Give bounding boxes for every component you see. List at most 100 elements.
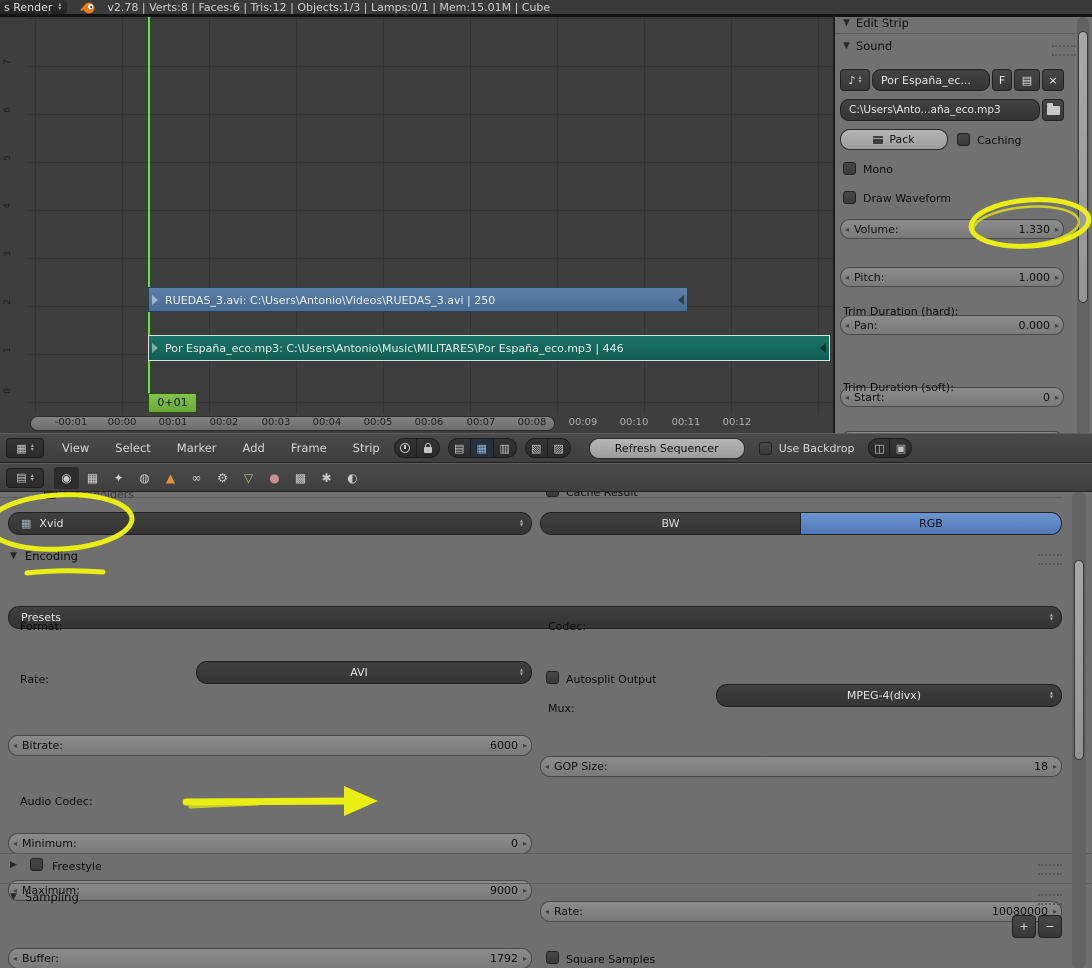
tab-physics[interactable]: ◐ [340, 467, 365, 489]
bitrate-label: Bitrate: [22, 739, 63, 752]
tab-constraints[interactable]: ∞ [184, 467, 209, 489]
channel-label: 6 [3, 107, 13, 113]
pitch-field[interactable]: Pitch: 1.000 [840, 267, 1064, 287]
data-icon: ▽ [243, 470, 254, 485]
view-both-toggle[interactable]: ▦ [470, 438, 494, 458]
panel-drag-grip[interactable] [1038, 864, 1062, 875]
tab-scene[interactable]: ✦ [106, 467, 131, 489]
tab-material[interactable]: ● [262, 467, 287, 489]
filepath-field[interactable]: C:\Users\Anto...aña_eco.mp3 [840, 99, 1040, 121]
encoding-presets-dropdown[interactable]: Presets [8, 606, 1062, 629]
modifiers-icon: ⚙ [217, 470, 228, 485]
object-icon: ▲ [165, 470, 176, 485]
menu-view[interactable]: View [62, 441, 89, 455]
copy-datablock-button[interactable]: ▤ [1014, 69, 1040, 91]
tab-world[interactable]: ◍ [132, 467, 157, 489]
sound-panel-header[interactable]: ▼ Sound [843, 39, 892, 53]
current-frame-badge[interactable]: 0+01 [148, 393, 197, 413]
sequencer-header: ▦ ▴ ▾ View Select Marker Add Frame Strip … [0, 433, 1092, 463]
cache-result-checkbox[interactable] [546, 492, 559, 497]
format-dropdown[interactable]: AVI [196, 661, 532, 684]
bitrate-field[interactable]: Bitrate: 6000 [8, 735, 532, 756]
film-icon: ▦ [21, 517, 32, 530]
time-label: 00:00 [107, 417, 137, 428]
freestyle-panel-header[interactable]: ▶ [10, 860, 17, 870]
tab-render-layers[interactable]: ▦ [80, 467, 105, 489]
pack-button[interactable]: Pack [840, 129, 948, 150]
time-label: 00:06 [414, 417, 444, 428]
mux-rate-field[interactable]: Rate: 10080000 [540, 901, 1062, 922]
edit-strip-panel-header[interactable]: ▼ Edit Strip [843, 17, 909, 30]
gop-size-field[interactable]: GOP Size: 18 [540, 756, 1062, 777]
color-mode-bw-button[interactable]: BW [540, 512, 801, 535]
tab-particles[interactable]: ✱ [314, 467, 339, 489]
menu-select[interactable]: Select [115, 441, 150, 455]
sound-name-field[interactable]: Por España_ec... [872, 69, 990, 91]
view-preview-toggle[interactable]: ▥ [493, 438, 517, 458]
mono-checkbox[interactable] [843, 162, 856, 175]
add-preset-button[interactable]: + [1012, 915, 1036, 938]
image-stack-button[interactable]: ▣ [890, 438, 913, 458]
sequencer-editor-icon: ▦ [16, 441, 27, 455]
preview-view-icon: ▥ [499, 441, 510, 455]
menu-add[interactable]: Add [243, 441, 265, 455]
use-backdrop-checkbox[interactable] [758, 441, 772, 455]
container-dropdown[interactable]: ▦ Xvid [8, 512, 532, 535]
volume-field[interactable]: Volume: 1.330 [840, 219, 1064, 239]
minimum-field[interactable]: Minimum: 0 [8, 833, 532, 854]
material-icon: ● [269, 470, 280, 485]
encoding-panel-header[interactable]: ▼ Encoding [10, 549, 78, 563]
draw-waveform-checkbox[interactable] [843, 191, 856, 204]
gop-size-label: GOP Size: [554, 760, 608, 773]
sampling-panel-header[interactable]: ▼ Sampling [10, 890, 79, 904]
video-strip[interactable]: RUEDAS_3.avi: C:\Users\Antonio\Videos\RU… [148, 287, 688, 312]
proxy-button[interactable]: ▧ [524, 438, 548, 458]
tab-modifiers[interactable]: ⚙ [210, 467, 235, 489]
time-label: 00:07 [466, 417, 496, 428]
lock-button[interactable] [416, 438, 440, 458]
menu-strip[interactable]: Strip [353, 441, 380, 455]
panel-drag-grip[interactable] [1038, 554, 1062, 565]
caching-checkbox[interactable] [957, 133, 970, 146]
remove-preset-button[interactable]: − [1038, 915, 1062, 938]
refresh-sequencer-button[interactable]: Refresh Sequencer [588, 437, 745, 459]
caching-label: Caching [977, 134, 1022, 147]
unlink-button[interactable]: × [1042, 69, 1064, 91]
scrollbar-thumb[interactable] [1074, 560, 1084, 760]
render-engine-menu[interactable]: s Render ▴ ▾ [0, 0, 68, 14]
editor-type-button[interactable]: ▤ ▴ ▾ [6, 467, 44, 488]
buffer-field[interactable]: Buffer: 1792 [8, 948, 532, 968]
pan-field[interactable]: Pan: 0.000 [840, 315, 1064, 335]
clapperboard-button[interactable]: ◫ [868, 438, 891, 458]
snap-time-button[interactable] [393, 438, 417, 458]
overlay-button[interactable]: ▨ [547, 438, 571, 458]
scrollbar-thumb[interactable] [1078, 31, 1088, 303]
tab-data[interactable]: ▽ [236, 467, 261, 489]
sidebar-scrollbar[interactable] [1077, 17, 1089, 433]
file-browse-button[interactable] [1042, 99, 1064, 121]
square-samples-checkbox[interactable] [546, 951, 559, 964]
mux-rate-label: Rate: [554, 905, 583, 918]
editor-type-button[interactable]: ▦ ▴ ▾ [6, 438, 44, 458]
tab-render[interactable]: ◉ [54, 466, 79, 489]
color-mode-rgb-button[interactable]: RGB [801, 512, 1062, 535]
audio-strip[interactable]: Por España_eco.mp3: C:\Users\Antonio\Mus… [148, 335, 830, 361]
sound-browse-button[interactable]: ♪ ▴ ▾ [840, 69, 870, 91]
autosplit-checkbox[interactable] [546, 671, 559, 684]
menu-frame[interactable]: Frame [291, 441, 327, 455]
fake-user-label: F [998, 73, 1006, 87]
panel-drag-grip[interactable] [1038, 894, 1062, 905]
time-label: 00:12 [722, 417, 752, 428]
pitch-value: 1.000 [1018, 270, 1051, 284]
sound-panel-title: Sound [855, 39, 893, 53]
properties-scrollbar[interactable] [1072, 492, 1086, 968]
menu-marker[interactable]: Marker [177, 441, 217, 455]
view-sequence-toggle[interactable]: ▤ [447, 438, 471, 458]
panel-drag-grip[interactable] [1052, 45, 1076, 56]
placeholders-checkbox[interactable] [44, 492, 57, 499]
tab-object[interactable]: ▲ [158, 467, 183, 489]
tab-texture[interactable]: ▩ [288, 467, 313, 489]
fake-user-button[interactable]: F [992, 69, 1012, 91]
codec-dropdown[interactable]: MPEG-4(divx) [716, 684, 1062, 707]
freestyle-checkbox[interactable] [30, 858, 43, 871]
